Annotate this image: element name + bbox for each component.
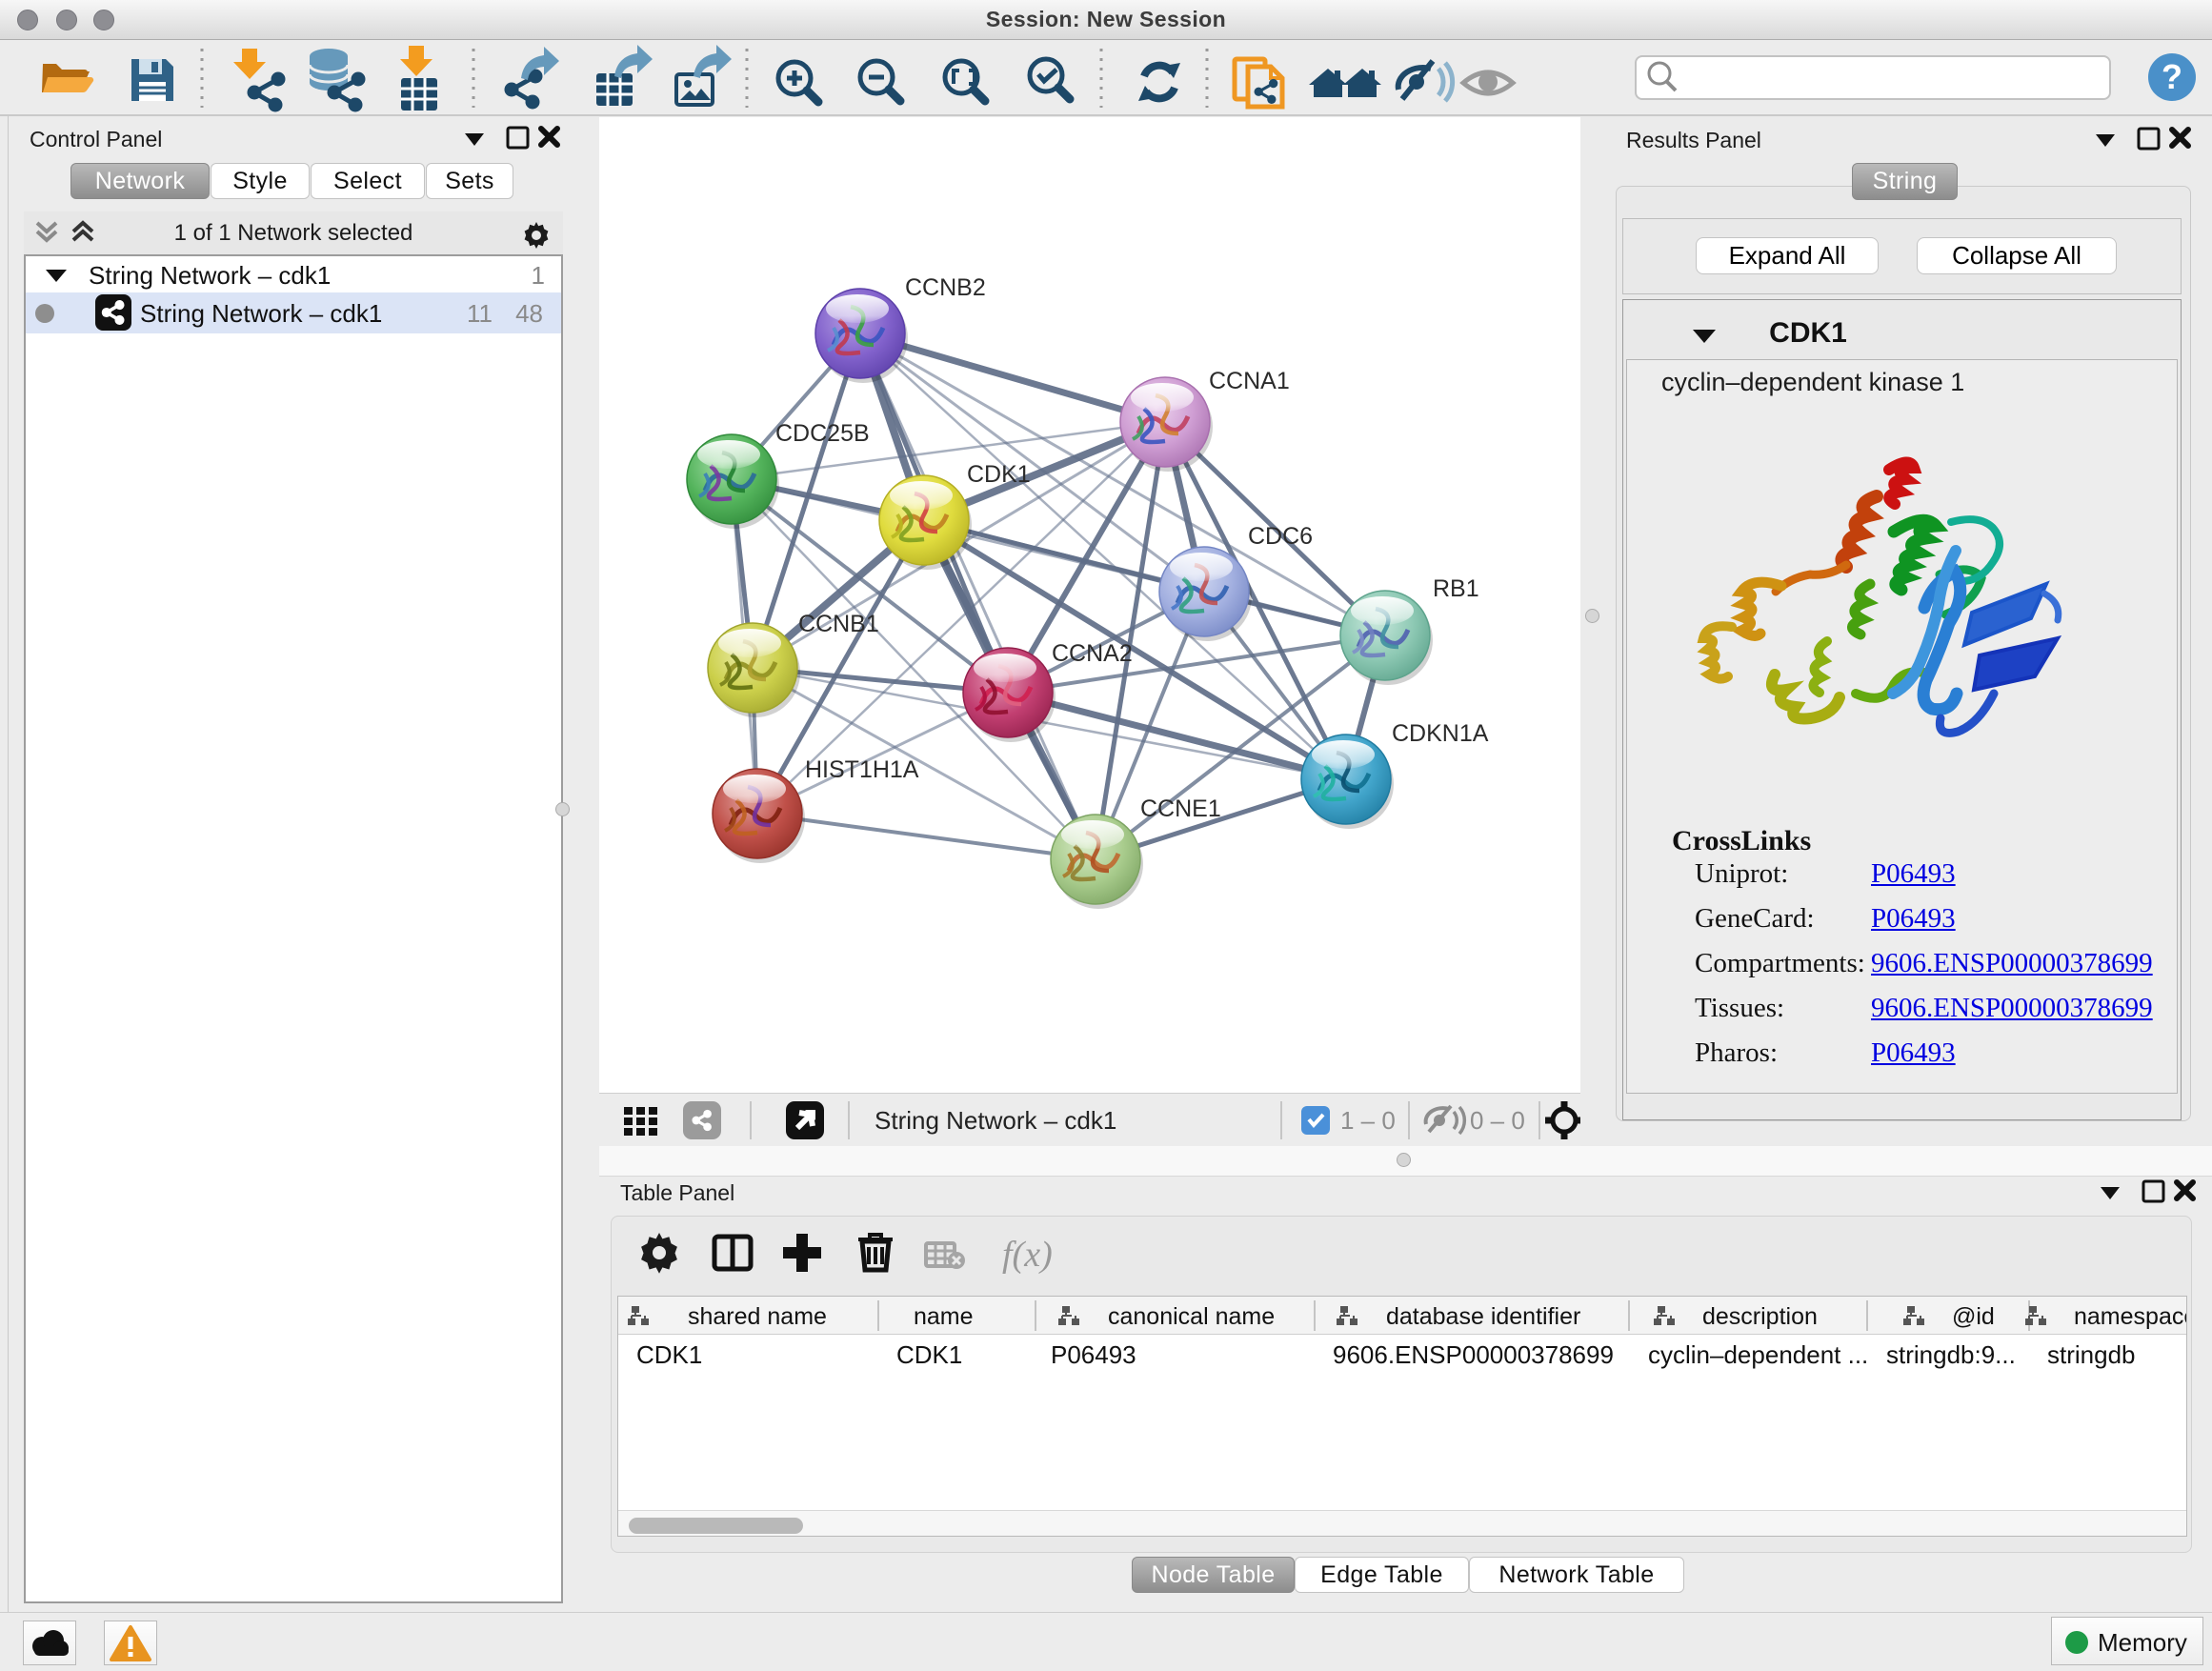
svg-text:CCNB2: CCNB2 — [905, 274, 986, 301]
svg-text:CCNB1: CCNB1 — [798, 611, 879, 637]
svg-text:shared name: shared name — [688, 1303, 827, 1330]
svg-text:CCNE1: CCNE1 — [1140, 795, 1221, 822]
svg-text:1 – 0: 1 – 0 — [1340, 1106, 1396, 1135]
svg-text:f(x): f(x) — [1002, 1235, 1053, 1275]
svg-text:description: description — [1702, 1303, 1818, 1330]
svg-text:database identifier: database identifier — [1386, 1303, 1580, 1330]
svg-text:RB1: RB1 — [1433, 575, 1479, 602]
svg-text:HIST1H1A: HIST1H1A — [805, 756, 919, 783]
svg-text:CDC6: CDC6 — [1248, 523, 1313, 550]
svg-text:CDKN1A: CDKN1A — [1392, 720, 1489, 747]
svg-text:CCNA1: CCNA1 — [1209, 368, 1290, 394]
svg-text:?: ? — [2162, 57, 2182, 96]
svg-text:name: name — [914, 1303, 974, 1330]
svg-text:namespace: namespace — [2074, 1303, 2186, 1330]
svg-text:CDC25B: CDC25B — [775, 420, 870, 447]
svg-text:@id: @id — [1952, 1303, 1995, 1330]
svg-text:canonical name: canonical name — [1108, 1303, 1275, 1330]
svg-text:0 – 0: 0 – 0 — [1470, 1106, 1525, 1135]
svg-text:CDK1: CDK1 — [967, 461, 1031, 488]
svg-text:CCNA2: CCNA2 — [1052, 640, 1133, 667]
svg-text:String Network – cdk1: String Network – cdk1 — [875, 1106, 1116, 1135]
